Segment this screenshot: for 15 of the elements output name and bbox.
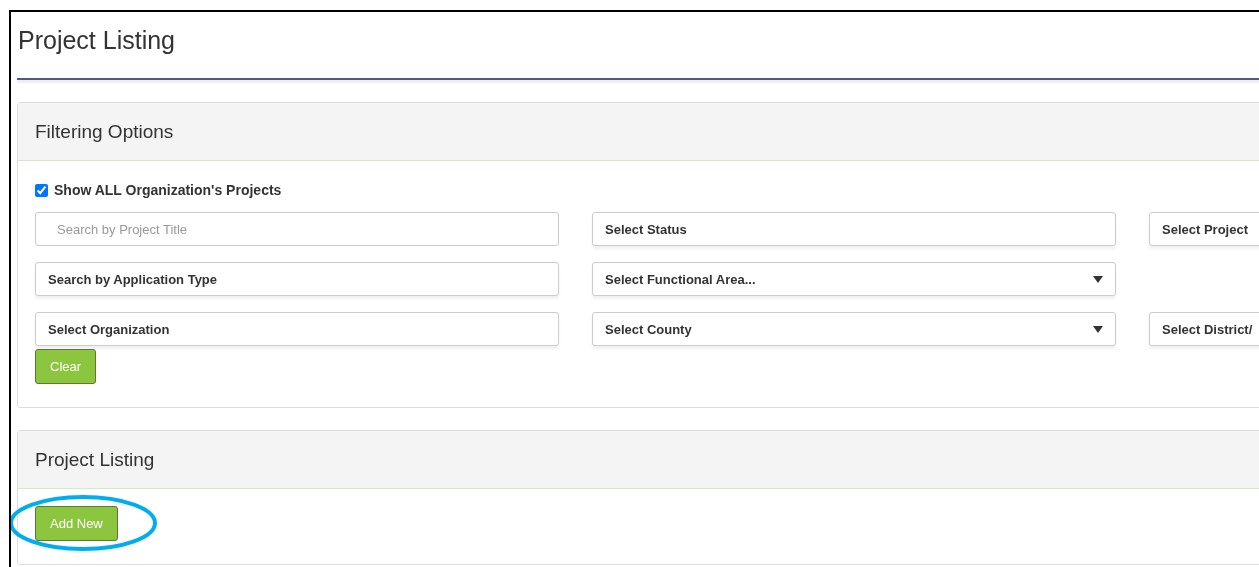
select-field[interactable]: Select Functional Area... [592,262,1116,296]
select-field[interactable]: Select Project [1149,212,1259,246]
select-field[interactable]: Select Status [592,212,1116,246]
checkbox[interactable] [35,183,48,197]
select-field[interactable]: Search by Application Type [35,262,559,296]
checkbox-label: Show ALL Organization's Projects [54,182,282,198]
dropdown-arrow-icon [1093,325,1103,333]
panel-title: Project Listing [35,448,155,471]
page-title: Project Listing [17,25,177,56]
panel-title: Filtering Options [35,120,174,143]
select-field[interactable]: Select Organization [35,312,559,346]
dropdown-arrow-icon [1093,275,1103,283]
select-field[interactable]: Select County [592,312,1116,346]
search-field[interactable]: Search by Project Title [35,212,559,246]
select-field[interactable]: Select District/ [1149,312,1259,346]
